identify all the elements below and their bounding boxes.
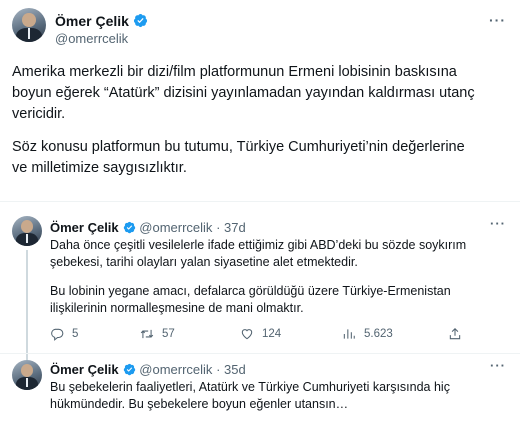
like-count: 124 <box>262 328 282 340</box>
tweet-time[interactable]: 35d <box>224 362 246 377</box>
retweet-button[interactable]: 57 <box>140 327 175 341</box>
tweet-text-paragraph: Daha önce çeşitli vesilelerle ifade etti… <box>50 238 467 269</box>
reply-count: 5 <box>72 328 79 340</box>
reply-tweet[interactable]: Ömer Çelik @omerrcelik · 37d ··· Daha ön… <box>0 210 520 360</box>
views-icon <box>343 329 355 339</box>
author-name[interactable]: Ömer Çelik <box>50 362 119 377</box>
more-horizontal-icon[interactable]: ··· <box>489 12 506 28</box>
divider <box>0 353 520 354</box>
verified-badge-icon <box>123 363 135 376</box>
like-button[interactable]: 124 <box>240 327 281 341</box>
tweet-text-paragraph: Bu şebekelerin faaliyetleri, Atatürk ve … <box>50 380 450 411</box>
author-name-text[interactable]: Ömer Çelik <box>55 13 129 29</box>
views-button[interactable]: 5.623 <box>342 327 393 341</box>
reply-icon <box>51 328 64 341</box>
tweet-time[interactable]: 37d <box>224 220 246 235</box>
more-horizontal-icon[interactable]: ··· <box>490 358 506 373</box>
action-bar: 5 57 124 5.623 <box>50 325 470 343</box>
reply-header: Ömer Çelik @omerrcelik · 37d <box>50 220 246 235</box>
divider <box>0 201 520 202</box>
reply-button[interactable]: 5 <box>50 327 78 341</box>
tweet-text-paragraph: Söz konusu platformun bu tutumu, Türkiye… <box>12 139 465 176</box>
views-count: 5.623 <box>364 328 393 340</box>
more-horizontal-icon[interactable]: ··· <box>490 216 506 231</box>
verified-badge-icon <box>133 13 147 28</box>
retweet-icon <box>140 329 154 339</box>
avatar[interactable] <box>12 8 46 42</box>
heart-icon <box>241 329 253 340</box>
verified-badge-icon <box>123 221 135 234</box>
author-handle[interactable]: @omerrcelik <box>55 31 128 46</box>
reply-header: Ömer Çelik @omerrcelik · 35d <box>50 362 246 377</box>
author-name[interactable]: Ömer Çelik <box>50 220 119 235</box>
reply-tweet[interactable]: Ömer Çelik @omerrcelik · 35d ··· Bu şebe… <box>0 356 520 422</box>
tweet-text-paragraph: Bu lobinin yegane amacı, defalarca görül… <box>50 284 451 315</box>
tweet-text-paragraph: Amerika merkezli bir dizi/film platformu… <box>12 64 475 122</box>
time-separator: · <box>216 220 221 235</box>
author-handle[interactable]: @omerrcelik <box>139 362 212 377</box>
share-button[interactable] <box>448 327 462 341</box>
avatar[interactable] <box>12 360 42 390</box>
author-name[interactable]: Ömer Çelik <box>55 13 148 29</box>
time-separator: · <box>216 362 221 377</box>
thread-line <box>26 250 28 360</box>
main-tweet: Ömer Çelik @omerrcelik ··· Amerika merke… <box>0 0 520 200</box>
share-icon <box>449 328 461 340</box>
avatar[interactable] <box>12 216 42 246</box>
author-handle[interactable]: @omerrcelik <box>139 220 212 235</box>
retweet-count: 57 <box>162 328 175 340</box>
